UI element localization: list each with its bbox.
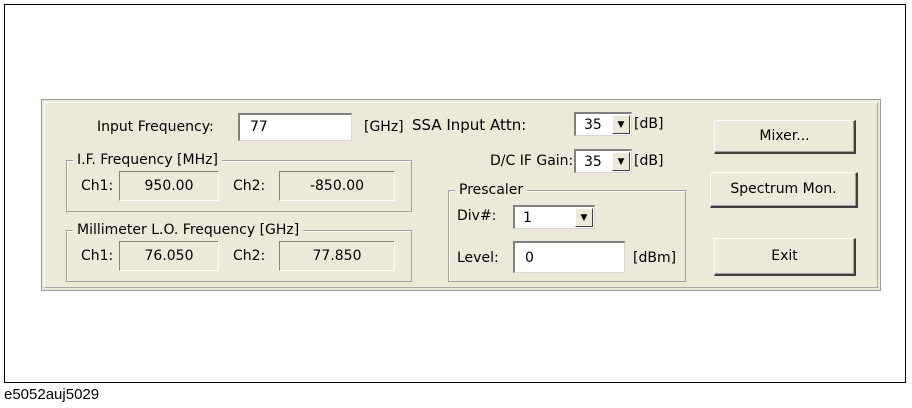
ssa-input-attn-select[interactable]: 35 ▼ [574, 112, 632, 136]
input-frequency-field[interactable]: 77 [238, 113, 352, 141]
dc-if-gain-unit: [dB] [634, 153, 664, 169]
if-frequency-group: I.F. Frequency [MHz] Ch1: 950.00 Ch2: -8… [66, 152, 412, 212]
lo-ch1-label: Ch1: [81, 248, 114, 264]
if-ch1-label: Ch1: [81, 178, 114, 194]
prescaler-div-label: Div#: [457, 208, 497, 224]
ssa-input-attn-value: 35 [584, 117, 602, 133]
input-frequency-label: Input Frequency: [97, 119, 214, 135]
prescaler-level-unit: [dBm] [633, 250, 677, 266]
figure-caption: e5052auj5029 [4, 386, 100, 403]
if-ch2-label: Ch2: [233, 178, 266, 194]
figure-frame: Input Frequency: 77 [GHz] SSA Input Attn… [4, 4, 906, 383]
dc-if-gain-value: 35 [584, 154, 602, 170]
if-frequency-title: I.F. Frequency [MHz] [73, 152, 222, 168]
input-frequency-unit: [GHz] [364, 119, 404, 135]
chevron-down-icon[interactable]: ▼ [575, 208, 593, 227]
mixer-button[interactable]: Mixer... [714, 120, 856, 154]
mm-lo-frequency-title: Millimeter L.O. Frequency [GHz] [73, 222, 304, 238]
mm-lo-frequency-group: Millimeter L.O. Frequency [GHz] Ch1: 76.… [66, 222, 412, 282]
prescaler-group: Prescaler Div#: 1 ▼ Level: 0 [dBm] [448, 182, 686, 282]
prescaler-div-value: 1 [523, 210, 532, 226]
spectrum-monitor-button[interactable]: Spectrum Mon. [710, 172, 858, 208]
lo-ch2-label: Ch2: [233, 248, 266, 264]
dc-if-gain-label: D/C IF Gain: [490, 153, 574, 169]
prescaler-div-select[interactable]: 1 ▼ [513, 205, 595, 229]
exit-button[interactable]: Exit [714, 238, 856, 276]
prescaler-title: Prescaler [455, 182, 528, 198]
if-ch2-value: -850.00 [279, 171, 395, 201]
chevron-down-icon[interactable]: ▼ [612, 115, 630, 134]
prescaler-level-field[interactable]: 0 [513, 241, 625, 273]
prescaler-level-value: 0 [525, 250, 534, 266]
chevron-down-icon[interactable]: ▼ [612, 152, 630, 171]
dc-if-gain-select[interactable]: 35 ▼ [574, 149, 632, 173]
mmwave-control-panel: Input Frequency: 77 [GHz] SSA Input Attn… [41, 99, 881, 291]
lo-ch2-value: 77.850 [279, 241, 395, 271]
ssa-input-attn-label: SSA Input Attn: [412, 116, 527, 134]
if-ch1-value: 950.00 [119, 171, 219, 201]
input-frequency-value: 77 [250, 119, 268, 135]
prescaler-level-label: Level: [457, 250, 499, 266]
lo-ch1-value: 76.050 [119, 241, 219, 271]
ssa-input-attn-unit: [dB] [634, 116, 664, 132]
